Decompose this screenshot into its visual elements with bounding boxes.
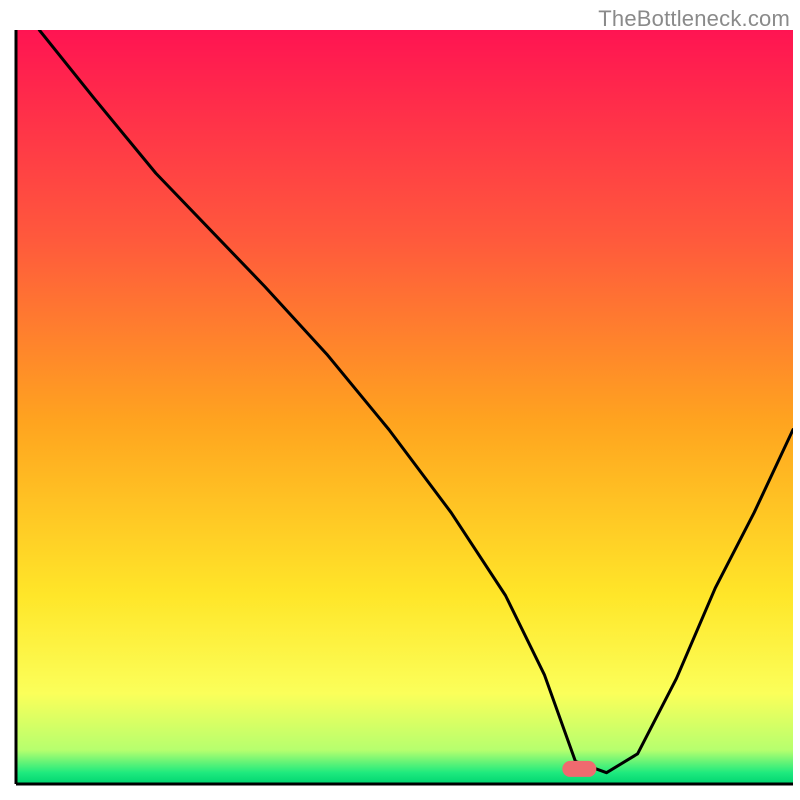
- bottleneck-chart: [0, 0, 800, 800]
- chart-root: TheBottleneck.com: [0, 0, 800, 800]
- optimal-marker: [562, 761, 596, 777]
